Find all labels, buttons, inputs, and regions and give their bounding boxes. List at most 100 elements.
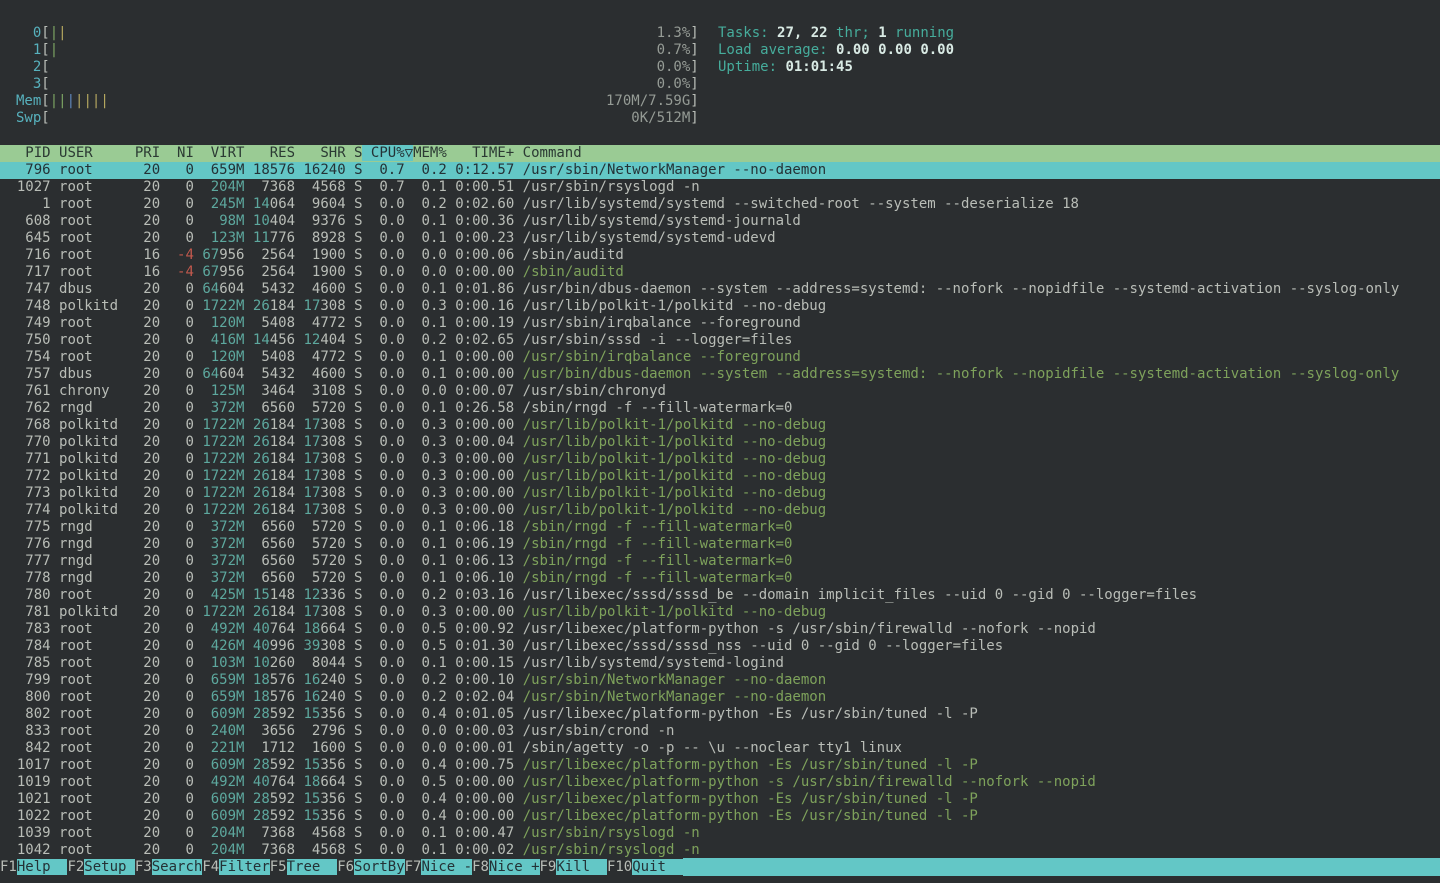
process-row-1019[interactable]: 1019 root 20 0 492M 40764 18664 S 0.0 0.… (0, 774, 1440, 791)
process-row-1021[interactable]: 1021 root 20 0 609M 28592 15356 S 0.0 0.… (0, 791, 1440, 808)
column-header-pri[interactable]: PRI (135, 145, 160, 161)
process-row-775[interactable]: 775 rngd 20 0 372M 6560 5720 S 0.0 0.1 0… (0, 519, 1440, 536)
cell-command: /usr/bin/dbus-daemon --system --address=… (523, 366, 1400, 382)
process-row-757[interactable]: 757 dbus 20 0 64604 5432 4600 S 0.0 0.1 … (0, 366, 1440, 383)
process-row-799[interactable]: 799 root 20 0 659M 18576 16240 S 0.0 0.2… (0, 672, 1440, 689)
process-row-716[interactable]: 716 root 16 -4 67956 2564 1900 S 0.0 0.0… (0, 247, 1440, 264)
header-gap[interactable] (51, 145, 59, 161)
function-key-bar: F1Help F2Setup F3SearchF4FilterF5Tree F6… (0, 858, 1440, 876)
cell-gap (514, 349, 522, 365)
process-row-780[interactable]: 780 root 20 0 425M 15148 12336 S 0.0 0.2… (0, 587, 1440, 604)
cell-gap (51, 247, 59, 263)
cell-gap (51, 774, 59, 790)
cell-gap (514, 417, 522, 433)
cell-virt (194, 349, 211, 365)
process-row-749[interactable]: 749 root 20 0 120M 5408 4772 S 0.0 0.1 0… (0, 315, 1440, 332)
meter-close-bracket: ] (690, 93, 698, 109)
cell-state: S (346, 451, 363, 467)
process-row-800[interactable]: 800 root 20 0 659M 18576 16240 S 0.0 0.2… (0, 689, 1440, 706)
column-header-res[interactable]: RES (244, 145, 295, 161)
cell-cpu: 0.0 (363, 672, 405, 688)
fnkey-f9[interactable]: F9Kill (540, 858, 607, 876)
process-row-777[interactable]: 777 rngd 20 0 372M 6560 5720 S 0.0 0.1 0… (0, 553, 1440, 570)
cell-pri: 20 (135, 689, 160, 705)
cell-res: 26 (253, 604, 270, 620)
process-row-750[interactable]: 750 root 20 0 416M 14456 12404 S 0.0 0.2… (0, 332, 1440, 349)
process-row-747[interactable]: 747 dbus 20 0 64604 5432 4600 S 0.0 0.1 … (0, 281, 1440, 298)
cell-gap (514, 723, 522, 739)
column-header-virt[interactable]: VIRT (194, 145, 245, 161)
cell-virt (194, 519, 211, 535)
column-header-shr[interactable]: SHR (295, 145, 346, 161)
cell-virt: 123M (211, 230, 245, 246)
process-row-781[interactable]: 781 polkitd 20 0 1722M 26184 17308 S 0.0… (0, 604, 1440, 621)
fnkey-f5[interactable]: F5Tree (270, 858, 337, 876)
process-row-762[interactable]: 762 rngd 20 0 372M 6560 5720 S 0.0 0.1 0… (0, 400, 1440, 417)
process-row-776[interactable]: 776 rngd 20 0 372M 6560 5720 S 0.0 0.1 0… (0, 536, 1440, 553)
column-header-command[interactable]: Command (523, 145, 582, 161)
process-row-768[interactable]: 768 polkitd 20 0 1722M 26184 17308 S 0.0… (0, 417, 1440, 434)
process-row-772[interactable]: 772 polkitd 20 0 1722M 26184 17308 S 0.0… (0, 468, 1440, 485)
cell-state: S (346, 485, 363, 501)
process-row-1039[interactable]: 1039 root 20 0 204M 7368 4568 S 0.0 0.1 … (0, 825, 1440, 842)
cell-pid: 749 (0, 315, 51, 331)
cell-virt (194, 706, 211, 722)
cell-mem: 0.2 (413, 689, 447, 705)
process-row-802[interactable]: 802 root 20 0 609M 28592 15356 S 0.0 0.4… (0, 706, 1440, 723)
cell-user: polkitd (59, 604, 135, 620)
process-row-748[interactable]: 748 polkitd 20 0 1722M 26184 17308 S 0.0… (0, 298, 1440, 315)
process-row-645[interactable]: 645 root 20 0 123M 11776 8928 S 0.0 0.1 … (0, 230, 1440, 247)
cell-command: /usr/sbin/NetworkManager --no-daemon (523, 672, 826, 688)
column-header-state[interactable]: S (346, 145, 363, 161)
process-row-1017[interactable]: 1017 root 20 0 609M 28592 15356 S 0.0 0.… (0, 757, 1440, 774)
process-row-754[interactable]: 754 root 20 0 120M 5408 4772 S 0.0 0.1 0… (0, 349, 1440, 366)
process-row-717[interactable]: 717 root 16 -4 67956 2564 1900 S 0.0 0.0… (0, 264, 1440, 281)
process-row-1027[interactable]: 1027 root 20 0 204M 7368 4568 S 0.7 0.1 … (0, 179, 1440, 196)
process-row-773[interactable]: 773 polkitd 20 0 1722M 26184 17308 S 0.0… (0, 485, 1440, 502)
column-header-user[interactable]: USER (59, 145, 135, 161)
column-header-mem[interactable]: MEM% (413, 145, 447, 161)
process-row-842[interactable]: 842 root 20 0 221M 1712 1600 S 0.0 0.0 0… (0, 740, 1440, 757)
fnkey-f3[interactable]: F3Search (135, 858, 202, 876)
column-header-time[interactable]: TIME+ (447, 145, 514, 161)
cell-state: S (346, 723, 363, 739)
process-row-774[interactable]: 774 polkitd 20 0 1722M 26184 17308 S 0.0… (0, 502, 1440, 519)
process-row-1022[interactable]: 1022 root 20 0 609M 28592 15356 S 0.0 0.… (0, 808, 1440, 825)
cell-user: root (59, 655, 135, 671)
cell-shr: 356 (320, 706, 345, 722)
cell-gap (51, 196, 59, 212)
cell-command: /sbin/rngd -f --fill-watermark=0 (523, 570, 793, 586)
column-header-ni[interactable]: NI (160, 145, 194, 161)
fnkey-f2[interactable]: F2Setup (67, 858, 134, 876)
fnkey-f7[interactable]: F7Nice - (405, 858, 472, 876)
cell-state: S (346, 706, 363, 722)
process-row-1[interactable]: 1 root 20 0 245M 14064 9604 S 0.0 0.2 0:… (0, 196, 1440, 213)
process-row-770[interactable]: 770 polkitd 20 0 1722M 26184 17308 S 0.0… (0, 434, 1440, 451)
process-row-608[interactable]: 608 root 20 0 98M 10404 9376 S 0.0 0.1 0… (0, 213, 1440, 230)
process-row-796[interactable]: 796 root 20 0 659M 18576 16240 S 0.7 0.2… (0, 162, 1440, 179)
process-row-783[interactable]: 783 root 20 0 492M 40764 18664 S 0.0 0.5… (0, 621, 1440, 638)
fnkey-f1[interactable]: F1Help (0, 858, 67, 876)
cell-pri: 20 (135, 842, 160, 858)
fnkey-f4[interactable]: F4Filter (202, 858, 269, 876)
column-header-pid[interactable]: PID (0, 145, 51, 161)
process-row-761[interactable]: 761 chrony 20 0 125M 3464 3108 S 0.0 0.0… (0, 383, 1440, 400)
cell-shr: 12 (304, 587, 321, 603)
cell-user: root (59, 808, 135, 824)
process-row-778[interactable]: 778 rngd 20 0 372M 6560 5720 S 0.0 0.1 0… (0, 570, 1440, 587)
process-row-784[interactable]: 784 root 20 0 426M 40996 39308 S 0.0 0.5… (0, 638, 1440, 655)
cell-pid: 1017 (0, 757, 51, 773)
header-gap[interactable] (514, 145, 522, 161)
cell-cpu: 0.0 (363, 264, 405, 280)
cell-pri: 20 (135, 740, 160, 756)
meter-track: 0K/512M (50, 110, 691, 127)
process-row-785[interactable]: 785 root 20 0 103M 10260 8044 S 0.0 0.1 … (0, 655, 1440, 672)
fnkey-f6[interactable]: F6SortBy (337, 858, 404, 876)
cell-mem: 0.0 (413, 723, 447, 739)
process-row-771[interactable]: 771 polkitd 20 0 1722M 26184 17308 S 0.0… (0, 451, 1440, 468)
process-row-833[interactable]: 833 root 20 0 240M 3656 2796 S 0.0 0.0 0… (0, 723, 1440, 740)
column-header-cpu-sorted[interactable]: CPU%▽ (362, 145, 413, 161)
fnkey-f8[interactable]: F8Nice + (472, 858, 539, 876)
process-row-1042[interactable]: 1042 root 20 0 204M 7368 4568 S 0.0 0.1 … (0, 842, 1440, 859)
fnkey-f10[interactable]: F10Quit (607, 858, 683, 876)
